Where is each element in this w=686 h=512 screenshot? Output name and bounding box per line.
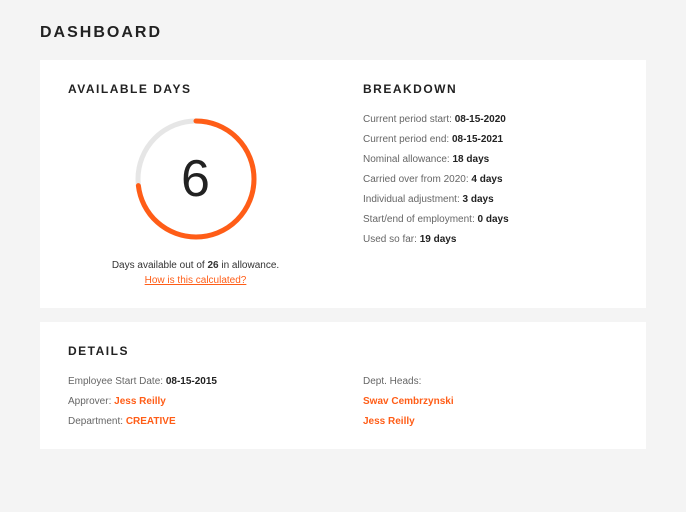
detail-item-label: Dept. Heads:: [363, 376, 421, 387]
detail-item-value[interactable]: Jess Reilly: [114, 396, 166, 407]
breakdown-item: Current period end: 08-15-2021: [363, 134, 618, 145]
breakdown-item: Carried over from 2020: 4 days: [363, 174, 618, 185]
breakdown-item-label: Current period end:: [363, 134, 452, 145]
detail-item-value[interactable]: CREATIVE: [126, 416, 176, 427]
breakdown-item: Individual adjustment: 3 days: [363, 194, 618, 205]
detail-item-value[interactable]: Jess Reilly: [363, 416, 415, 427]
available-days-title: AVAILABLE DAYS: [68, 82, 323, 96]
breakdown-item-value: 08-15-2020: [455, 114, 506, 125]
detail-item-label: Approver:: [68, 396, 114, 407]
breakdown-item-label: Start/end of employment:: [363, 214, 478, 225]
breakdown-title: BREAKDOWN: [363, 82, 618, 96]
breakdown-item-value: 3 days: [463, 194, 494, 205]
breakdown-item: Current period start: 08-15-2020: [363, 114, 618, 125]
detail-item-label: Department:: [68, 416, 126, 427]
details-left-column: Employee Start Date: 08-15-2015 Approver:…: [68, 376, 323, 427]
breakdown-item-label: Carried over from 2020:: [363, 174, 471, 185]
detail-item: Dept. Heads:: [363, 376, 618, 387]
how-calculated-link[interactable]: How is this calculated?: [145, 275, 247, 286]
page-title: DASHBOARD: [40, 24, 646, 42]
summary-card: AVAILABLE DAYS 6 Days available out of 2…: [40, 60, 646, 308]
breakdown-item: Start/end of employment: 0 days: [363, 214, 618, 225]
detail-item: Jess Reilly: [363, 416, 618, 427]
breakdown-item-label: Current period start:: [363, 114, 455, 125]
detail-item-value: 08-15-2015: [166, 376, 217, 387]
breakdown-item-value: 19 days: [420, 234, 457, 245]
available-days-gauge: 6: [131, 114, 261, 244]
breakdown-item-label: Used so far:: [363, 234, 420, 245]
available-days-section: AVAILABLE DAYS 6 Days available out of 2…: [68, 82, 323, 286]
breakdown-item-label: Nominal allowance:: [363, 154, 453, 165]
breakdown-item-value: 4 days: [471, 174, 502, 185]
details-card: DETAILS Employee Start Date: 08-15-2015 A…: [40, 322, 646, 449]
breakdown-item-value: 0 days: [478, 214, 509, 225]
breakdown-item-label: Individual adjustment:: [363, 194, 463, 205]
details-right-column: Dept. Heads: Swav Cembrzynski Jess Reilly: [363, 376, 618, 427]
detail-item: Approver: Jess Reilly: [68, 396, 323, 407]
detail-item-value[interactable]: Swav Cembrzynski: [363, 396, 454, 407]
detail-item: Swav Cembrzynski: [363, 396, 618, 407]
breakdown-list: Current period start: 08-15-2020Current …: [363, 114, 618, 245]
details-title: DETAILS: [68, 344, 618, 358]
detail-item: Department: CREATIVE: [68, 416, 323, 427]
breakdown-item-value: 18 days: [453, 154, 490, 165]
available-days-caption: Days available out of 26 in allowance.: [112, 260, 279, 271]
available-days-number: 6: [131, 114, 261, 244]
breakdown-section: BREAKDOWN Current period start: 08-15-20…: [363, 82, 618, 286]
detail-item: Employee Start Date: 08-15-2015: [68, 376, 323, 387]
breakdown-item-value: 08-15-2021: [452, 134, 503, 145]
breakdown-item: Nominal allowance: 18 days: [363, 154, 618, 165]
detail-item-label: Employee Start Date:: [68, 376, 166, 387]
breakdown-item: Used so far: 19 days: [363, 234, 618, 245]
